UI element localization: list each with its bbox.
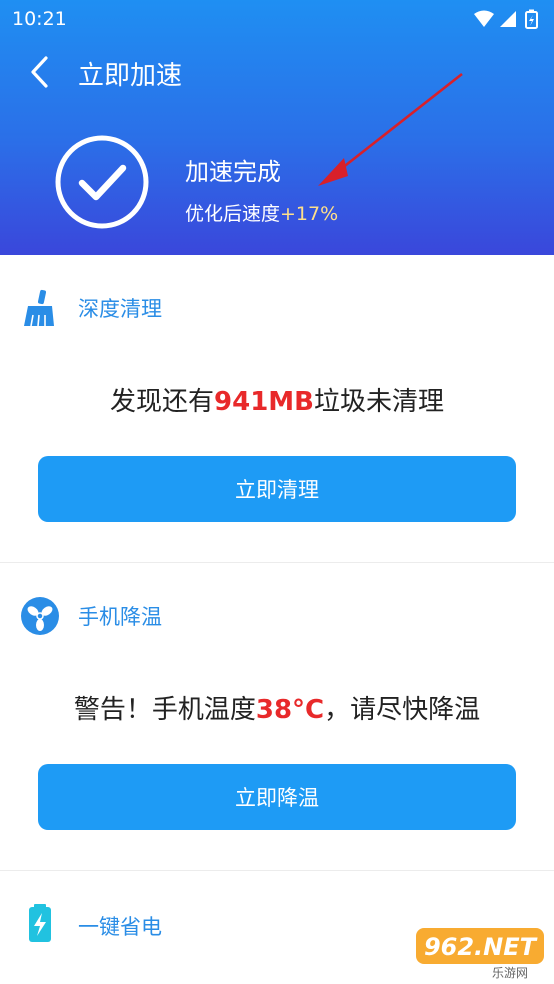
- junk-size: 941MB: [214, 387, 314, 417]
- junk-message-suffix: 垃圾未清理: [313, 387, 444, 417]
- check-circle-icon: [54, 134, 150, 230]
- signal-icon: [500, 11, 516, 27]
- speed-label: 优化后速度: [185, 203, 281, 225]
- section-label: 深度清理: [78, 297, 162, 321]
- section-header: 深度清理: [0, 255, 554, 355]
- status-time: 10:21: [12, 8, 67, 30]
- status-bar: 10:21: [0, 0, 554, 38]
- fan-icon: [20, 596, 60, 636]
- broom-icon: [20, 288, 60, 328]
- cool-down-section: 手机降温 警告！手机温度38°C，请尽快降温 立即降温: [0, 563, 554, 870]
- section-label: 一键省电: [78, 915, 162, 939]
- svg-text:962.NET: 962.NET: [424, 933, 538, 961]
- status-icons: [472, 8, 542, 30]
- watermark-logo: 962.NET 乐游网: [414, 924, 546, 980]
- page-title: 立即加速: [78, 61, 183, 91]
- clean-now-button[interactable]: 立即清理: [38, 456, 516, 522]
- done-title: 加速完成: [185, 158, 281, 186]
- warning-suffix: ，请尽快降温: [324, 695, 481, 725]
- section-header: 手机降温: [0, 563, 554, 663]
- temperature-warning: 警告！手机温度38°C，请尽快降温: [0, 689, 554, 726]
- svg-text:乐游网: 乐游网: [492, 966, 528, 980]
- junk-message: 发现还有941MB垃圾未清理: [0, 381, 554, 418]
- section-label: 手机降温: [78, 605, 162, 629]
- back-button[interactable]: [24, 52, 58, 92]
- wifi-icon: [474, 10, 494, 27]
- speed-percent: +17%: [280, 203, 339, 225]
- warning-prefix: 警告！手机温度: [73, 695, 256, 725]
- battery-status-icon: [525, 9, 538, 29]
- chevron-left-icon: [31, 56, 48, 88]
- junk-message-prefix: 发现还有: [110, 387, 215, 417]
- deep-clean-section: 深度清理 发现还有941MB垃圾未清理 立即清理: [0, 255, 554, 562]
- battery-icon: [20, 903, 60, 943]
- red-arrow-annotation: [318, 72, 463, 186]
- cool-now-button[interactable]: 立即降温: [38, 764, 516, 830]
- speed-result: 优化后速度+17%: [185, 199, 338, 226]
- header: 10:21 立即加速 加速完成 优化后速度+17%: [0, 0, 554, 255]
- temperature-value: 38°C: [255, 695, 325, 725]
